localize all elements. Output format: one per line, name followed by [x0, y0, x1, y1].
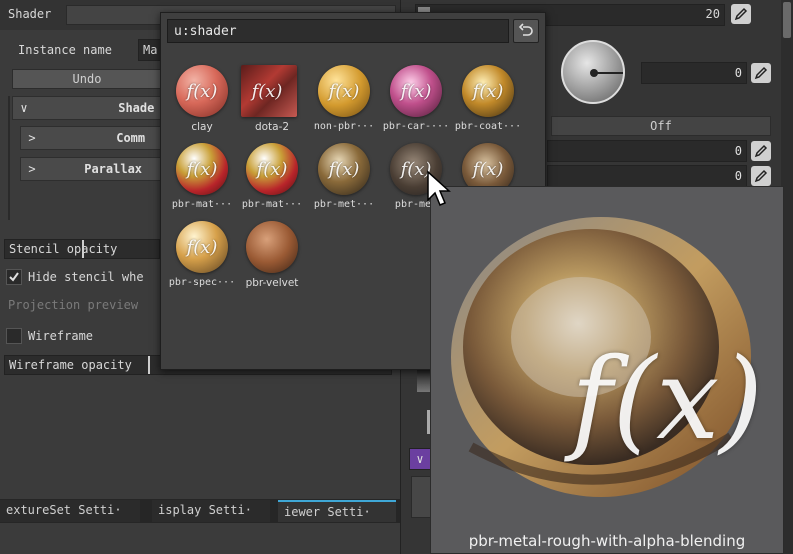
shader-preview-ball: f(x) [246, 143, 298, 195]
instance-name-label: Instance name [18, 43, 112, 57]
shader-label: pbr-mat··· [241, 199, 303, 210]
undo-label: Undo [72, 72, 102, 86]
shader-label: pbr-velvet [245, 277, 299, 289]
value-1: 0 [734, 144, 742, 158]
shader-preview-ball: f(x) [390, 65, 442, 117]
reset-search-button[interactable] [513, 19, 539, 43]
tab-label: iewer Setti· [284, 505, 371, 519]
pencil-icon [754, 169, 768, 183]
shader-preview-tooltip: f(x) pbr-metal-rough-with-alpha-blending [430, 186, 784, 554]
wireframe-opacity-handle[interactable] [148, 356, 150, 374]
group-common[interactable]: > Comm [20, 126, 162, 150]
instance-name-value: Ma [143, 43, 158, 57]
hide-stencil-checkbox[interactable] [6, 269, 22, 285]
chevron-right-icon: > [28, 162, 36, 176]
hide-stencil-label: Hide stencil whe [28, 270, 144, 284]
shader-tile-clay[interactable]: f(x) clay [165, 63, 235, 141]
group-shader[interactable]: ∨ Shade [12, 96, 162, 120]
projection-preview-label: Projection preview [8, 298, 139, 312]
edit-pencil-icon[interactable] [751, 141, 771, 161]
value-field-1[interactable]: 0 [547, 140, 747, 162]
shader-tile-pbr-coat[interactable]: f(x) pbr-coat··· [451, 63, 521, 141]
shader-label: dota-2 [254, 121, 290, 133]
off-label: Off [650, 119, 672, 133]
shader-preview-ball: f(x) [318, 65, 370, 117]
shader-label: non-pbr··· [313, 121, 375, 132]
shader-label: pbr-spec··· [168, 277, 236, 288]
dial-center [590, 69, 598, 77]
shader-label: pbr-coat··· [454, 121, 522, 132]
shader-preview-ball: f(x) [462, 65, 514, 117]
chevron-down-icon: ∨ [416, 452, 424, 466]
off-toggle-button[interactable]: Off [551, 116, 771, 136]
value-2: 0 [734, 169, 742, 183]
tab-label: isplay Setti· [158, 503, 252, 517]
shader-tile-non-pbr[interactable]: f(x) non-pbr··· [307, 63, 377, 141]
shader-label: pbr-mat··· [171, 199, 233, 210]
tab-display-settings[interactable]: isplay Setti· [152, 500, 270, 522]
top-slider-value: 20 [705, 7, 720, 21]
shader-preview-ball: f(x) [176, 143, 228, 195]
shader-tile-pbr-mat-2[interactable]: f(x) pbr-mat··· [235, 141, 305, 219]
shader-tile-pbr-spec[interactable]: f(x) pbr-spec··· [165, 219, 235, 297]
function-fx-icon: f(x) [251, 80, 283, 102]
chevron-right-icon: > [28, 131, 36, 145]
function-fx-icon: f(x) [571, 335, 764, 465]
preview-caption: pbr-metal-rough-with-alpha-blending [468, 532, 746, 550]
function-fx-icon: f(x) [186, 80, 218, 102]
function-fx-icon: f(x) [400, 80, 432, 102]
shader-tile-dota-2[interactable]: f(x) dota-2 [235, 63, 305, 141]
shader-tile-pbr-velvet[interactable]: pbr-velvet [235, 219, 305, 297]
group-shader-label: Shade [118, 101, 155, 115]
group-parallax[interactable]: > Parallax [20, 157, 162, 181]
check-icon [9, 272, 19, 282]
edit-pencil-icon[interactable] [751, 166, 771, 186]
shader-preview-ball: f(x) [176, 221, 228, 273]
value-field-2[interactable]: 0 [547, 165, 747, 187]
shader-tile-pbr-car[interactable]: f(x) pbr-car-··· [379, 63, 449, 141]
tab-viewer-settings[interactable]: iewer Setti· [278, 500, 396, 522]
shader-label: clay [191, 121, 213, 133]
wireframe-checkbox[interactable] [6, 328, 22, 344]
angle-dial[interactable] [561, 40, 625, 104]
wireframe-opacity-label: Wireframe opacity [9, 358, 132, 372]
wireframe-color-button[interactable]: ∨ [409, 448, 431, 470]
mouse-cursor-icon [427, 170, 451, 206]
dial-value: 0 [734, 66, 742, 80]
function-fx-icon: f(x) [328, 158, 360, 180]
function-fx-icon: f(x) [328, 80, 360, 102]
edit-pencil-icon[interactable] [751, 63, 771, 83]
pencil-icon [754, 66, 768, 80]
stencil-opacity-label: Stencil opacity [9, 242, 118, 256]
wireframe-label: Wireframe [28, 329, 94, 343]
panel-title: Shader [8, 7, 52, 21]
shader-search-input[interactable] [167, 19, 509, 43]
tab-textureset-settings[interactable]: extureSet Setti· [0, 500, 140, 522]
shader-label: pbr-car-··· [382, 121, 450, 132]
function-fx-icon: f(x) [186, 158, 218, 180]
pencil-icon [734, 7, 748, 21]
function-fx-icon: f(x) [256, 158, 288, 180]
group-common-label: Comm [116, 131, 146, 145]
undo-arrow-icon [518, 23, 533, 36]
stencil-opacity-handle[interactable] [82, 240, 84, 258]
tab-label: extureSet Setti· [6, 503, 122, 517]
shader-preview-ball [246, 221, 298, 273]
scrollbar-thumb[interactable] [783, 2, 791, 38]
chevron-down-icon: ∨ [20, 101, 28, 115]
shader-label: pbr-met··· [313, 199, 375, 210]
function-fx-icon: f(x) [186, 236, 218, 258]
function-fx-icon: f(x) [472, 80, 504, 102]
undo-button[interactable]: Undo [12, 69, 162, 89]
shader-preview-ball: f(x) [318, 143, 370, 195]
shader-tile-pbr-met-1[interactable]: f(x) pbr-met··· [307, 141, 377, 219]
pencil-icon [754, 144, 768, 158]
edit-pencil-icon[interactable] [731, 4, 751, 24]
group-indent-line [8, 96, 10, 220]
shader-preview-ball: f(x) [176, 65, 228, 117]
shader-tile-pbr-mat-1[interactable]: f(x) pbr-mat··· [165, 141, 235, 219]
group-parallax-label: Parallax [84, 162, 143, 176]
shader-preview-ball: f(x) [241, 65, 297, 117]
